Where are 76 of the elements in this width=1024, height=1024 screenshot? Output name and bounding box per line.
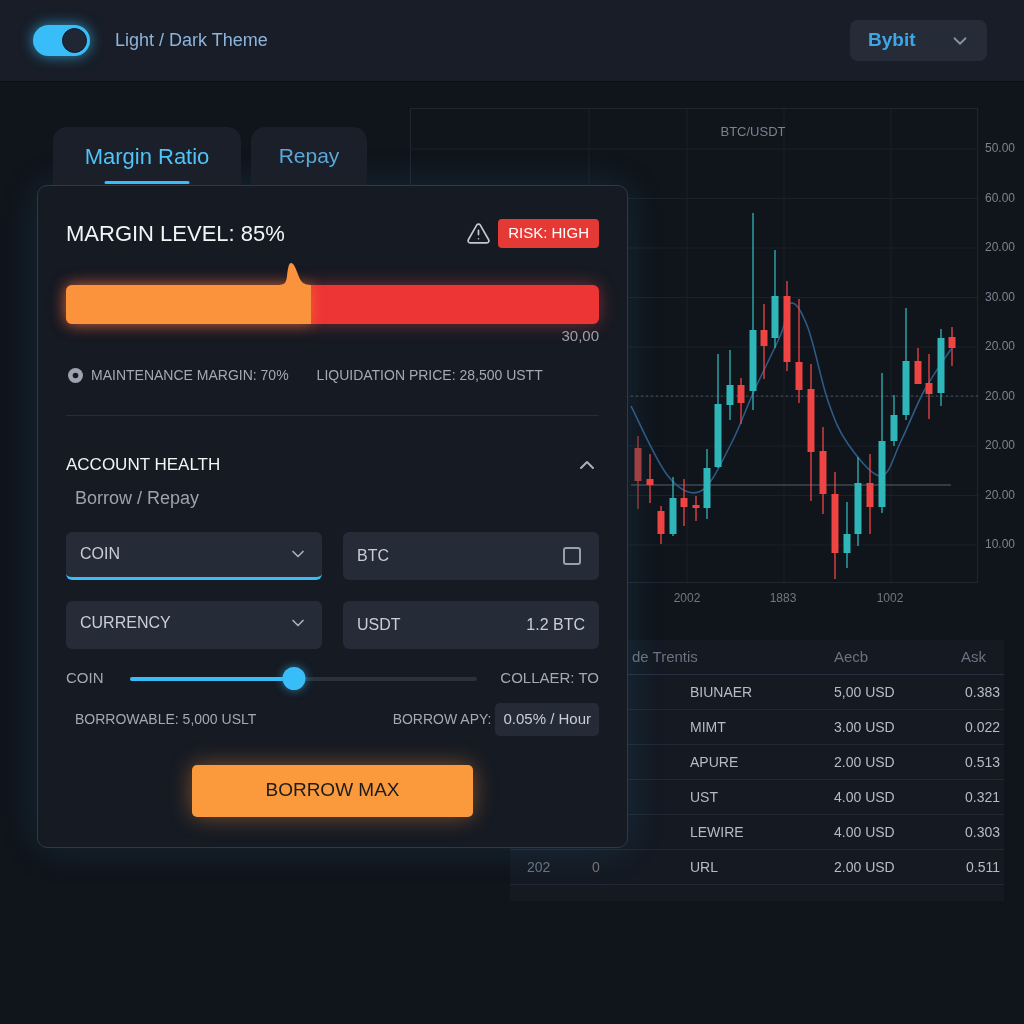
bar-end-label: 30,00 <box>561 326 599 346</box>
table-cell-text: 2.00 USD <box>834 752 896 772</box>
axis-label: 2002 <box>672 590 702 607</box>
candle <box>948 326 956 367</box>
column-header: Ask <box>960 646 987 667</box>
input-field[interactable]: BTC <box>343 531 599 580</box>
section-subtitle: Borrow / Repay <box>75 487 200 508</box>
table-cell-text: MIMT <box>689 717 727 737</box>
theme-label: Light / Dark Theme <box>115 29 268 52</box>
slider-thumb[interactable] <box>282 667 306 690</box>
candle <box>925 353 933 420</box>
borrowable-text: BORROWABLE: 5,000 USLT <box>74 709 257 729</box>
risk-badge: RISK: HIGH <box>498 218 599 248</box>
slider-label: COLLAER: TO <box>500 668 599 689</box>
table-cell-text: 0.383 <box>963 682 1001 702</box>
candle <box>914 347 922 385</box>
dot-icon <box>68 368 83 383</box>
table-cell-text: UST <box>689 787 719 807</box>
candle <box>680 478 688 527</box>
input-field[interactable]: USDT 1.2 BTC <box>343 600 599 649</box>
exchange-select[interactable]: Bybit <box>850 20 987 61</box>
candle <box>646 453 654 504</box>
table-cell-text: 0.511 <box>965 857 1001 877</box>
table-cell-text: 0 <box>591 857 601 877</box>
stat-text: LIQUIDATION PRICE: 28,500 USTT <box>316 366 543 385</box>
axis-label: 20.00 <box>985 239 1016 256</box>
warning-icon <box>466 220 492 246</box>
theme-toggle[interactable] <box>33 25 90 56</box>
table-cell-text: BIUNAER <box>689 682 754 702</box>
column-header: de Trentis <box>632 646 699 667</box>
table-cell-text: 4.00 USD <box>834 822 896 842</box>
column-header: Aecb <box>834 646 870 667</box>
candle <box>703 448 711 520</box>
checkbox[interactable] <box>563 546 581 565</box>
axis-label: 20.00 <box>985 387 1016 405</box>
tab[interactable]: Margin Ratio <box>53 127 241 185</box>
table-cell-text: APURE <box>689 752 740 772</box>
axis-label: 10.00 <box>985 536 1016 553</box>
table-cell-text: URL <box>689 857 719 877</box>
apy-label: BORROW APY: <box>392 709 492 729</box>
table-cell-text: 202 <box>526 857 552 877</box>
table-cell-text: LEWIRE <box>689 822 745 842</box>
tab[interactable]: Repay <box>251 127 367 185</box>
select-field[interactable]: COIN <box>66 531 322 580</box>
slider-label: COIN <box>66 668 104 689</box>
axis-label: 20.00 <box>985 486 1016 504</box>
slider-track[interactable] <box>129 667 477 690</box>
stat-text: MAINTENANCE MARGIN: 70% <box>91 366 289 385</box>
candle <box>843 501 851 569</box>
apy-value: 0.05% / Hour <box>495 702 599 736</box>
table-cell-text: 0.321 <box>963 787 1001 807</box>
table-cell-text: 0.513 <box>963 752 1001 772</box>
margin-level-title: MARGIN LEVEL: 85% <box>66 219 285 248</box>
candle <box>657 505 665 545</box>
candle <box>890 394 898 447</box>
candle <box>737 377 745 425</box>
chart-title: BTC/USDT <box>720 123 786 141</box>
table-cell-text: 0.022 <box>963 717 1001 737</box>
axis-label: 1883 <box>768 590 798 607</box>
table-cell-text: 0.303 <box>963 822 1001 842</box>
candle <box>669 476 677 537</box>
select-field[interactable]: CURRENCY <box>66 600 322 649</box>
axis-label: 20.00 <box>985 437 1016 454</box>
table-cell-text: 4.00 USD <box>834 787 896 807</box>
table-cell-text: 2.00 USD <box>834 857 896 877</box>
table-cell-text: 5,00 USD <box>834 682 896 702</box>
candle <box>692 495 700 522</box>
section-title: ACCOUNT HEALTH <box>66 453 221 476</box>
table-cell-text: 3.00 USD <box>834 717 896 737</box>
borrow-max-button[interactable]: BORROW MAX <box>192 764 473 817</box>
axis-label: 60.00 <box>985 189 1016 207</box>
axis-label: 30.00 <box>985 288 1016 306</box>
axis-label: 20.00 <box>985 338 1016 355</box>
axis-label: 1002 <box>875 590 905 607</box>
candle <box>726 349 734 421</box>
axis-label: 50.00 <box>985 140 1016 157</box>
